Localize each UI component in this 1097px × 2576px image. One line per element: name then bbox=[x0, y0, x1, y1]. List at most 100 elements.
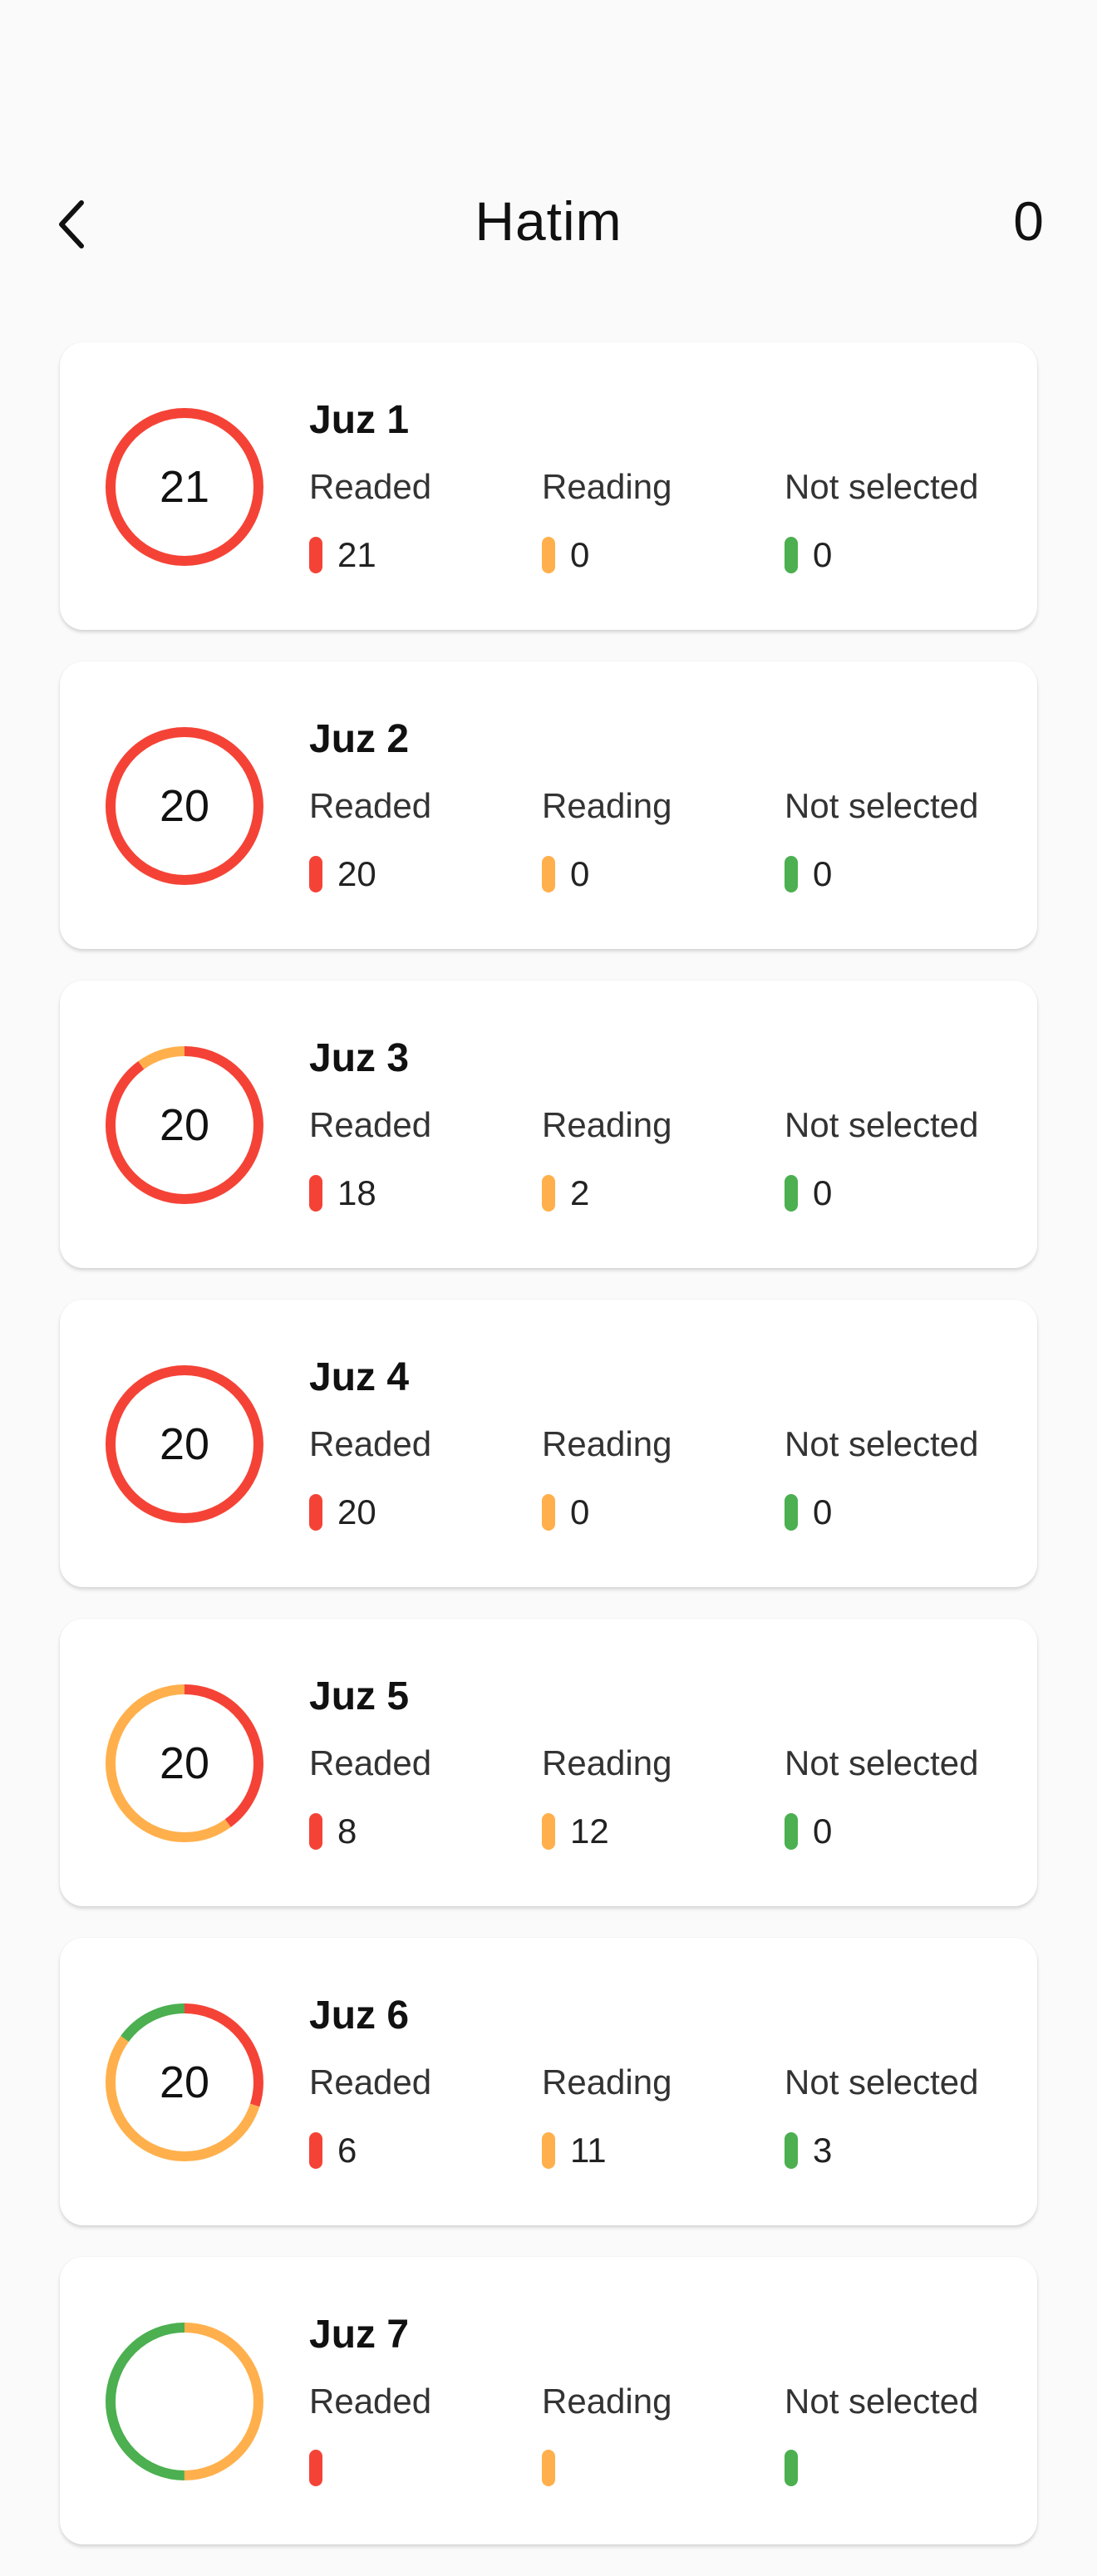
stat-readed: Readed bbox=[309, 2382, 431, 2486]
stat-readed: Readed 20 bbox=[309, 786, 431, 894]
legend-marker-reading bbox=[542, 1494, 555, 1531]
stat-label-reading: Reading bbox=[542, 467, 672, 506]
stat-reading: Reading bbox=[542, 2382, 671, 2486]
stat-label-not-selected: Not selected bbox=[785, 1105, 979, 1144]
stat-readed: Readed 20 bbox=[309, 1424, 431, 1532]
juz-card[interactable]: 20 Juz 5 Readed 8 Reading 12 Not selected 0 bbox=[60, 1619, 1037, 1906]
stat-readed: Readed 21 bbox=[309, 467, 431, 575]
stat-value-readed: 21 bbox=[337, 535, 376, 574]
stat-value-not-selected: 0 bbox=[813, 535, 833, 574]
stat-label-readed: Readed bbox=[309, 1105, 432, 1144]
stat-value-row: 12 bbox=[542, 1812, 671, 1851]
stat-value-row: 20 bbox=[309, 854, 431, 894]
juz-card[interactable]: 2 0 Juz 3 Readed 18 Reading 2 Not selected 0 bbox=[60, 981, 1037, 1268]
legend-marker-not-selected bbox=[785, 1813, 798, 1850]
stat-value-reading: 11 bbox=[570, 2131, 607, 2170]
stat-reading: Reading 2 bbox=[542, 1105, 671, 1213]
stat-value-row bbox=[785, 2450, 978, 2486]
progress-ring bbox=[103, 2320, 266, 2483]
legend-marker-reading bbox=[542, 1175, 555, 1212]
ring-total: 20 bbox=[159, 1738, 210, 1788]
stat-value-not-selected: 0 bbox=[813, 854, 833, 893]
stat-not-selected: Not selected 0 bbox=[785, 1743, 978, 1851]
stat-label-reading: Reading bbox=[542, 1105, 672, 1144]
stat-value-row: 20 bbox=[309, 1492, 431, 1532]
stat-value-row: 2 bbox=[542, 1173, 671, 1213]
legend-marker-not-selected bbox=[785, 1494, 798, 1531]
juz-card[interactable]: 20 Juz 2 Readed 20 Reading 0 Not selected 0 bbox=[60, 661, 1037, 949]
legend-marker-readed bbox=[309, 1813, 322, 1850]
juz-title: Juz 1 bbox=[309, 398, 410, 442]
stat-label-readed: Readed bbox=[309, 1743, 432, 1782]
juz-title: Juz 4 bbox=[309, 1355, 410, 1399]
stat-not-selected: Not selected 0 bbox=[785, 1105, 978, 1213]
stat-label-not-selected: Not selected bbox=[785, 467, 979, 506]
stat-value-readed: 20 bbox=[337, 854, 376, 893]
stat-reading: Reading 12 bbox=[542, 1743, 671, 1851]
legend-marker-not-selected bbox=[785, 856, 798, 892]
stat-value-row: 0 bbox=[785, 1173, 978, 1213]
legend-marker-readed bbox=[309, 2132, 322, 2169]
progress-ring: 20 bbox=[103, 2001, 266, 2164]
legend-marker-reading bbox=[542, 2132, 555, 2169]
stat-label-readed: Readed bbox=[309, 2062, 432, 2102]
legend-marker-readed bbox=[309, 537, 322, 573]
stat-value-reading: 0 bbox=[570, 535, 590, 574]
stat-label-readed: Readed bbox=[309, 2382, 432, 2421]
stat-value-row: 0 bbox=[785, 1492, 978, 1532]
stat-label-not-selected: Not selected bbox=[785, 786, 979, 825]
stat-value-row: 0 bbox=[542, 535, 671, 575]
stat-label-readed: Readed bbox=[309, 1424, 432, 1463]
legend-marker-readed bbox=[309, 856, 322, 892]
juz-title: Juz 6 bbox=[309, 1993, 410, 2038]
stat-label-not-selected: Not selected bbox=[785, 1743, 979, 1782]
legend-marker-readed bbox=[309, 1175, 322, 1212]
stat-value-row bbox=[309, 2450, 431, 2486]
stat-value-row: 0 bbox=[785, 854, 978, 894]
juz-card[interactable]: 20 Juz 4 Readed 20 Reading 0 Not selected 0 bbox=[60, 1300, 1037, 1587]
stat-value-row: 0 bbox=[542, 854, 671, 894]
ring-total: 20 bbox=[159, 781, 210, 831]
stat-not-selected: Not selected 0 bbox=[785, 786, 978, 894]
juz-card[interactable]: Juz 7 Readed Reading Not selected bbox=[60, 2257, 1037, 2544]
stat-not-selected: Not selected 0 bbox=[785, 1424, 978, 1532]
stat-value-reading: 12 bbox=[570, 1812, 609, 1851]
stat-value-readed: 20 bbox=[337, 1492, 376, 1531]
page-title: Hatim bbox=[475, 190, 622, 252]
stat-value-reading: 0 bbox=[570, 1492, 590, 1531]
stat-readed: Readed 8 bbox=[309, 1743, 431, 1851]
app-header: Hatim 0 bbox=[0, 175, 1097, 274]
stat-value-row: 11 bbox=[542, 2131, 671, 2170]
stat-label-readed: Readed bbox=[309, 786, 432, 825]
juz-title: Juz 5 bbox=[309, 1674, 410, 1718]
juz-title: Juz 3 bbox=[309, 1036, 410, 1080]
stat-value-row: 0 bbox=[785, 535, 978, 575]
stat-label-not-selected: Not selected bbox=[785, 2062, 979, 2102]
stat-label-reading: Reading bbox=[542, 1743, 672, 1782]
stat-readed: Readed 18 bbox=[309, 1105, 431, 1213]
stat-not-selected: Not selected 3 bbox=[785, 2062, 978, 2170]
stat-value-not-selected: 0 bbox=[813, 1812, 833, 1851]
stat-value-readed: 8 bbox=[337, 1812, 357, 1851]
legend-marker-reading bbox=[542, 2450, 555, 2486]
ring-total: 20 bbox=[159, 1419, 210, 1469]
stat-not-selected: Not selected 0 bbox=[785, 467, 978, 575]
stat-value-reading: 2 bbox=[570, 1173, 590, 1212]
juz-list: 21 Juz 1 Readed 21 Reading 0 Not selected 0 20 Ju… bbox=[60, 342, 1037, 2576]
stat-label-reading: Reading bbox=[542, 2382, 672, 2421]
stat-value-row: 8 bbox=[309, 1812, 431, 1851]
stat-value-not-selected: 0 bbox=[813, 1173, 833, 1212]
ring-total bbox=[103, 2320, 266, 2483]
stat-value-row: 0 bbox=[542, 1492, 671, 1532]
stat-value-row: 0 bbox=[785, 1812, 978, 1851]
stat-label-reading: Reading bbox=[542, 1424, 672, 1463]
stat-label-reading: Reading bbox=[542, 2062, 672, 2102]
legend-marker-reading bbox=[542, 537, 555, 573]
stat-reading: Reading 0 bbox=[542, 786, 671, 894]
stat-label-reading: Reading bbox=[542, 786, 672, 825]
juz-card[interactable]: 20 Juz 6 Readed 6 Reading 11 Not selected 3 bbox=[60, 1938, 1037, 2225]
legend-marker-not-selected bbox=[785, 2450, 798, 2486]
stat-value-row: 21 bbox=[309, 535, 431, 575]
stat-value-row: 6 bbox=[309, 2131, 431, 2170]
juz-card[interactable]: 21 Juz 1 Readed 21 Reading 0 Not selected 0 bbox=[60, 342, 1037, 630]
